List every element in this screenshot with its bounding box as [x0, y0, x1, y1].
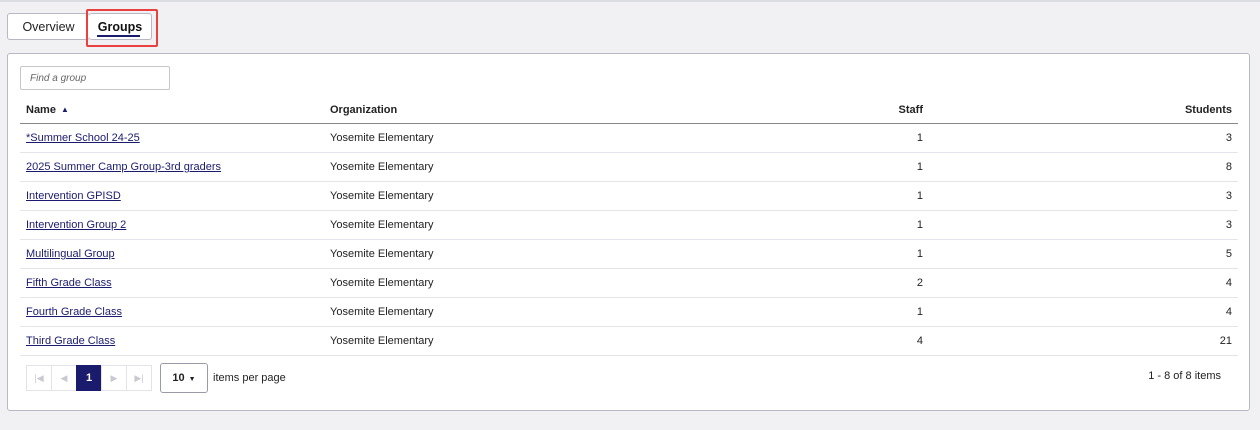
cell-organization: Yosemite Elementary: [324, 181, 720, 211]
page-size-select[interactable]: 10 ▼: [160, 363, 208, 393]
cell-staff: 1: [720, 181, 929, 211]
cell-organization: Yosemite Elementary: [324, 268, 720, 298]
group-name-link[interactable]: Multilingual Group: [26, 248, 115, 260]
table-row: *Summer School 24-25 Yosemite Elementary 1…: [20, 123, 1238, 153]
sort-ascending-icon: ▲: [60, 104, 69, 114]
cell-students: 5: [929, 239, 1238, 269]
items-per-page-label: items per page: [213, 372, 286, 384]
tab-overview[interactable]: Overview: [7, 13, 90, 40]
cell-organization: Yosemite Elementary: [324, 123, 720, 153]
group-name-link[interactable]: Fifth Grade Class: [26, 277, 112, 289]
table-body: *Summer School 24-25 Yosemite Elementary 1…: [20, 123, 1238, 356]
cell-organization: Yosemite Elementary: [324, 297, 720, 327]
cell-students: 4: [929, 268, 1238, 298]
tab-overview-label: Overview: [22, 19, 75, 34]
current-page-number: 1: [85, 372, 93, 384]
cell-students: 3: [929, 123, 1238, 153]
cell-name: Fourth Grade Class: [20, 297, 324, 327]
cell-organization: Yosemite Elementary: [324, 326, 720, 356]
group-name-link[interactable]: Third Grade Class: [26, 335, 115, 347]
column-header-name-label: Name: [26, 103, 56, 116]
previous-page-icon[interactable]: ◀: [51, 365, 77, 391]
last-page-icon[interactable]: ▶|: [126, 365, 152, 391]
page-button-current[interactable]: 1: [76, 365, 102, 391]
cell-staff: 1: [720, 210, 929, 240]
cell-name: Intervention Group 2: [20, 210, 324, 240]
cell-organization: Yosemite Elementary: [324, 239, 720, 269]
first-page-icon[interactable]: |◀: [26, 365, 52, 391]
cell-students: 3: [929, 181, 1238, 211]
cell-name: Intervention GPISD: [20, 181, 324, 211]
cell-staff: 1: [720, 297, 929, 327]
group-name-link[interactable]: *Summer School 24-25: [26, 132, 140, 144]
column-header-organization-label: Organization: [330, 103, 398, 116]
column-header-students[interactable]: Students: [929, 96, 1238, 124]
column-header-name[interactable]: Name ▲: [20, 96, 324, 124]
table-row: Fifth Grade Class Yosemite Elementary 2 4: [20, 268, 1238, 298]
cell-staff: 2: [720, 268, 929, 298]
column-header-staff[interactable]: Staff: [720, 96, 929, 124]
cell-organization: Yosemite Elementary: [324, 152, 720, 182]
group-name-link[interactable]: 2025 Summer Camp Group-3rd graders: [26, 161, 221, 173]
cell-name: Third Grade Class: [20, 326, 324, 356]
column-header-organization[interactable]: Organization: [324, 96, 720, 124]
group-name-link[interactable]: Intervention GPISD: [26, 190, 121, 202]
table-row: Third Grade Class Yosemite Elementary 4 21: [20, 326, 1238, 356]
top-divider: [0, 0, 1260, 2]
table-row: Multilingual Group Yosemite Elementary 1 5: [20, 239, 1238, 269]
cell-staff: 1: [720, 123, 929, 153]
tab-groups-label: Groups: [97, 19, 143, 34]
cell-students: 21: [929, 326, 1238, 356]
table-row: Fourth Grade Class Yosemite Elementary 1 4: [20, 297, 1238, 327]
cell-name: 2025 Summer Camp Group-3rd graders: [20, 152, 324, 182]
cell-students: 3: [929, 210, 1238, 240]
group-name-link[interactable]: Fourth Grade Class: [26, 306, 122, 318]
next-page-icon[interactable]: ▶: [101, 365, 127, 391]
cell-students: 4: [929, 297, 1238, 327]
pagination: |◀ ◀ 1 ▶ ▶| 10 ▼ items per page: [26, 363, 286, 393]
cell-staff: 4: [720, 326, 929, 356]
groups-panel: Name ▲ Organization Staff Students *Summe…: [7, 53, 1250, 411]
page-size-value: 10: [172, 372, 185, 384]
tab-groups[interactable]: Groups: [89, 13, 152, 40]
column-header-students-label: Students: [1184, 103, 1232, 116]
table-header-row: Name ▲ Organization Staff Students: [20, 96, 1238, 124]
cell-staff: 1: [720, 152, 929, 182]
pagination-info: 1 - 8 of 8 items: [1148, 370, 1221, 382]
cell-organization: Yosemite Elementary: [324, 210, 720, 240]
cell-staff: 1: [720, 239, 929, 269]
groups-table: Name ▲ Organization Staff Students *Summe…: [20, 96, 1238, 356]
table-row: 2025 Summer Camp Group-3rd graders Yosemi…: [20, 152, 1238, 182]
search-input[interactable]: [20, 66, 170, 90]
cell-name: *Summer School 24-25: [20, 123, 324, 153]
active-tab-indicator: [97, 35, 140, 37]
group-name-link[interactable]: Intervention Group 2: [26, 219, 126, 231]
table-row: Intervention GPISD Yosemite Elementary 1 3: [20, 181, 1238, 211]
chevron-down-icon: ▼: [188, 375, 196, 383]
cell-name: Multilingual Group: [20, 239, 324, 269]
cell-students: 8: [929, 152, 1238, 182]
cell-name: Fifth Grade Class: [20, 268, 324, 298]
column-header-staff-label: Staff: [898, 103, 923, 116]
table-row: Intervention Group 2 Yosemite Elementary 1…: [20, 210, 1238, 240]
